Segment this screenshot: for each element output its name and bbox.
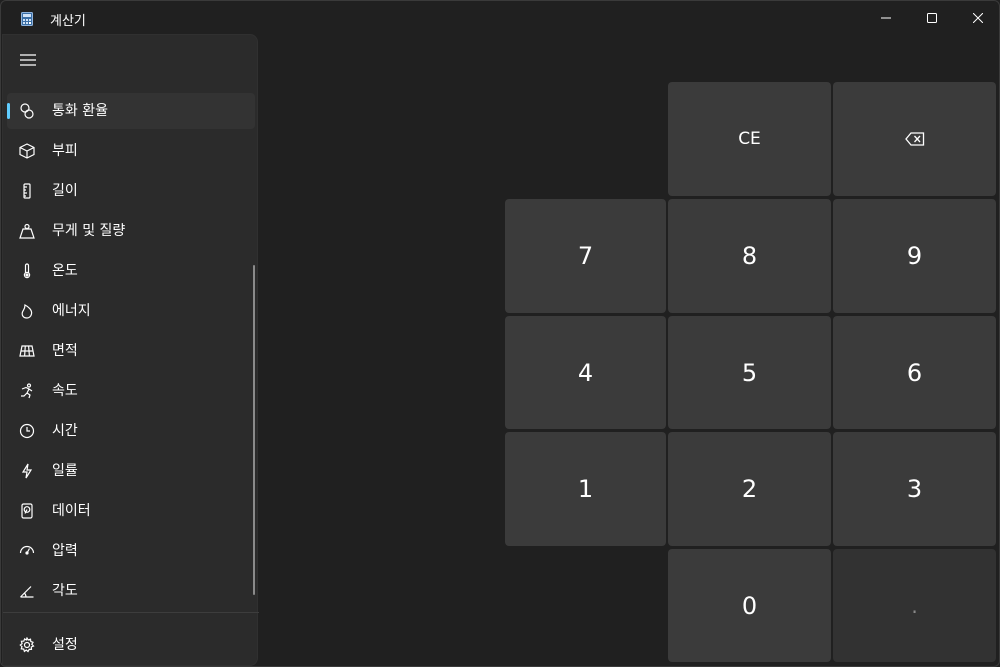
- gauge-icon: [18, 542, 36, 560]
- area-icon: [18, 342, 36, 360]
- navigation-pane: 통화 환율 부피 길이 무게 및 질량 온도 에너지 면적 속도 시간 일률 데…: [2, 34, 259, 666]
- nav-item-speed[interactable]: 속도: [3, 371, 259, 411]
- nav-item-power[interactable]: 일률: [3, 451, 259, 491]
- nav-item-energy[interactable]: 에너지: [3, 291, 259, 331]
- decimal-button[interactable]: .: [833, 549, 996, 662]
- nav-item-pressure[interactable]: 압력: [3, 531, 259, 571]
- pane-divider: [3, 612, 259, 613]
- nav-item-angle[interactable]: 각도: [3, 571, 259, 611]
- minimize-icon: [881, 17, 891, 19]
- close-button[interactable]: [955, 1, 999, 35]
- digit-5-button[interactable]: 5: [668, 316, 831, 429]
- runner-icon: [18, 382, 36, 400]
- backspace-button[interactable]: [833, 82, 996, 196]
- digit-4-button[interactable]: 4: [505, 316, 666, 429]
- selection-indicator: [7, 103, 10, 119]
- thermometer-icon: [18, 262, 36, 280]
- digit-0-button[interactable]: 0: [668, 549, 831, 662]
- currency-icon: [18, 102, 36, 120]
- nav-item-time[interactable]: 시간: [3, 411, 259, 451]
- title-bar: 계산기: [1, 1, 999, 35]
- nav-item-volume[interactable]: 부피: [3, 131, 259, 171]
- angle-icon: [18, 582, 36, 600]
- gear-icon: [18, 636, 36, 654]
- nav-scrollbar[interactable]: [253, 265, 255, 595]
- ruler-icon: [18, 182, 36, 200]
- data-icon: [18, 502, 36, 520]
- digit-1-button[interactable]: 1: [505, 432, 666, 546]
- digit-2-button[interactable]: 2: [668, 432, 831, 546]
- converter-list: 통화 환율 부피 길이 무게 및 질량 온도 에너지 면적 속도 시간 일률 데…: [3, 91, 259, 611]
- nav-item-weight[interactable]: 무게 및 질량: [3, 211, 259, 251]
- lightning-icon: [18, 462, 36, 480]
- nav-item-settings[interactable]: 설정: [3, 625, 259, 665]
- nav-item-currency[interactable]: 통화 환율: [3, 91, 259, 131]
- digit-6-button[interactable]: 6: [833, 316, 996, 429]
- digit-8-button[interactable]: 8: [668, 199, 831, 313]
- weight-icon: [18, 222, 36, 240]
- cube-icon: [18, 142, 36, 160]
- close-icon: [973, 13, 983, 23]
- maximize-button[interactable]: [909, 1, 955, 35]
- backspace-icon: [904, 132, 924, 146]
- nav-item-temperature[interactable]: 온도: [3, 251, 259, 291]
- digit-7-button[interactable]: 7: [505, 199, 666, 313]
- calculator-icon: [21, 11, 33, 26]
- minimize-button[interactable]: [863, 1, 909, 35]
- nav-item-data[interactable]: 데이터: [3, 491, 259, 531]
- clear-entry-button[interactable]: CE: [668, 82, 831, 196]
- calculator-window: 계산기 통화 환율 부피 길이 무게 및 질량 온도 에너지 면적 속도 시간 …: [0, 0, 1000, 667]
- flame-icon: [18, 302, 36, 320]
- menu-button[interactable]: [9, 43, 47, 77]
- hamburger-icon: [20, 54, 36, 66]
- nav-item-length[interactable]: 길이: [3, 171, 259, 211]
- digit-3-button[interactable]: 3: [833, 432, 996, 546]
- nav-item-area[interactable]: 면적: [3, 331, 259, 371]
- clock-icon: [18, 422, 36, 440]
- window-title: 계산기: [50, 14, 86, 29]
- digit-9-button[interactable]: 9: [833, 199, 996, 313]
- maximize-icon: [927, 13, 937, 23]
